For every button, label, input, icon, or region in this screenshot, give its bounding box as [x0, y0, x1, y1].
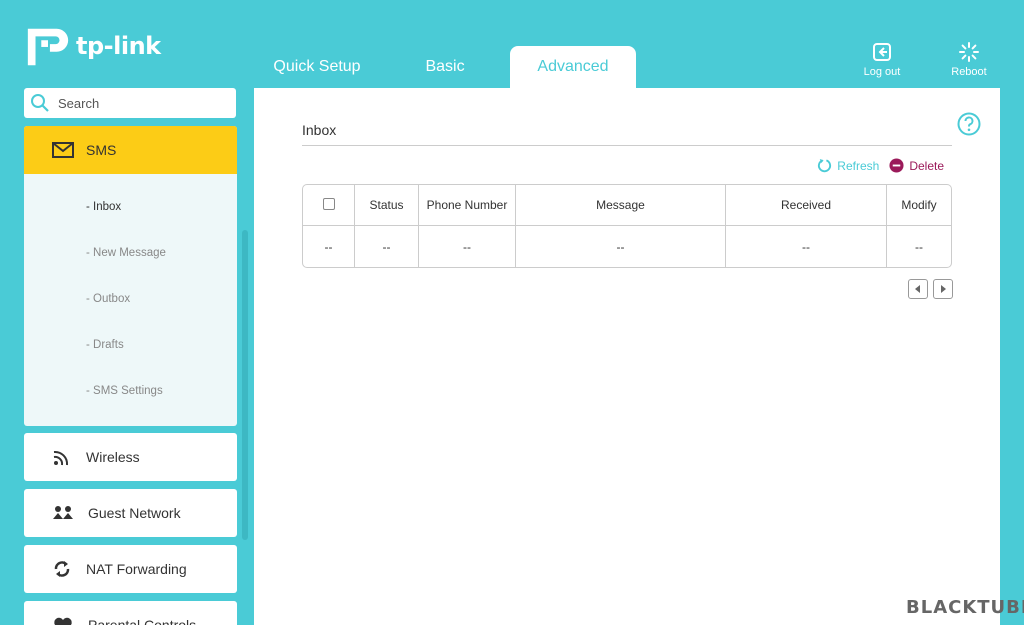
guest-network-icon [53, 506, 73, 519]
top-tabs: Quick Setup Basic Advanced [254, 46, 636, 88]
sidebar-item-nat-forwarding[interactable]: NAT Forwarding [24, 545, 237, 593]
table-cell: -- [355, 226, 419, 267]
search-icon [31, 94, 49, 112]
sidebar-subitem-outbox[interactable]: - Outbox [24, 276, 237, 322]
tab-quick-setup[interactable]: Quick Setup [254, 46, 380, 88]
select-all-checkbox[interactable] [322, 197, 335, 210]
delete-label: Delete [909, 158, 944, 173]
brand-name: tp-link [76, 32, 161, 60]
logout-icon [873, 43, 891, 61]
sidebar-subitem-drafts[interactable]: - Drafts [24, 322, 237, 368]
sidebar-item-wireless-label: Wireless [86, 449, 140, 465]
delete-icon [889, 158, 904, 173]
parental-controls-icon [54, 617, 72, 625]
nat-forwarding-icon [54, 561, 70, 577]
search-placeholder: Search [58, 95, 100, 111]
refresh-label: Refresh [837, 158, 880, 173]
column-header-status: Status [355, 185, 419, 226]
envelope-icon [52, 142, 74, 158]
table-cell: -- [419, 226, 516, 267]
pagination [903, 279, 953, 299]
tp-link-logo: tp-link [24, 22, 161, 70]
column-header-modify: Modify [887, 185, 951, 226]
table-cell: -- [303, 226, 355, 267]
logout-label: Log out [863, 66, 901, 78]
wireless-icon [53, 450, 69, 466]
title-divider [302, 145, 952, 146]
sidebar-item-guest-network[interactable]: Guest Network [24, 489, 237, 537]
table-row: -- -- -- -- -- -- [303, 226, 951, 267]
tp-link-logo-icon [27, 28, 69, 66]
watermark: BLACKTUBI [906, 597, 1024, 618]
column-header-phone-number: Phone Number [419, 185, 516, 226]
chevron-right-icon [941, 285, 946, 293]
sidebar-scrollbar[interactable] [242, 230, 248, 540]
column-header-received: Received [726, 185, 887, 226]
search-input[interactable]: Search [24, 88, 236, 118]
sidebar-item-sms-label: SMS [86, 142, 117, 158]
sidebar-sms-group: SMS - Inbox - New Message - Outbox - Dra… [24, 126, 237, 426]
main-panel: Inbox Refresh Delete Status Phone Number… [254, 88, 1000, 625]
table-actions: Refresh Delete [807, 158, 944, 173]
inbox-table: Status Phone Number Message Received Mod… [302, 184, 952, 268]
sidebar-subitem-inbox[interactable]: - Inbox [24, 184, 237, 230]
sidebar-item-guest-network-label: Guest Network [88, 505, 181, 521]
refresh-icon [818, 158, 832, 173]
column-header-message: Message [516, 185, 726, 226]
chevron-left-icon [915, 285, 920, 293]
previous-page-button[interactable] [908, 279, 928, 299]
delete-button[interactable]: Delete [889, 158, 944, 173]
table-cell: -- [726, 226, 887, 267]
table-header-row: Status Phone Number Message Received Mod… [303, 185, 951, 226]
table-cell: -- [915, 239, 923, 254]
sidebar-item-parental-controls[interactable]: Parental Controls [24, 601, 237, 625]
sidebar-item-sms[interactable]: SMS [24, 126, 237, 174]
refresh-button[interactable]: Refresh [817, 158, 879, 173]
help-icon[interactable] [957, 112, 981, 136]
sidebar-subitem-new-message[interactable]: - New Message [24, 230, 237, 276]
table-cell: -- [516, 226, 726, 267]
page-title: Inbox [302, 122, 337, 138]
logout-button[interactable]: Log out [852, 40, 912, 78]
tab-basic[interactable]: Basic [380, 46, 510, 88]
sidebar-item-wireless[interactable]: Wireless [24, 433, 237, 481]
reboot-button[interactable]: Reboot [939, 40, 999, 78]
sidebar-item-nat-forwarding-label: NAT Forwarding [86, 561, 187, 577]
select-all-header [303, 185, 355, 226]
tab-advanced[interactable]: Advanced [510, 46, 636, 88]
next-page-button[interactable] [933, 279, 953, 299]
reboot-label: Reboot [951, 66, 987, 78]
reboot-icon [959, 42, 979, 62]
sidebar-item-parental-controls-label: Parental Controls [88, 617, 197, 625]
sidebar-subitem-sms-settings[interactable]: - SMS Settings [24, 368, 237, 414]
